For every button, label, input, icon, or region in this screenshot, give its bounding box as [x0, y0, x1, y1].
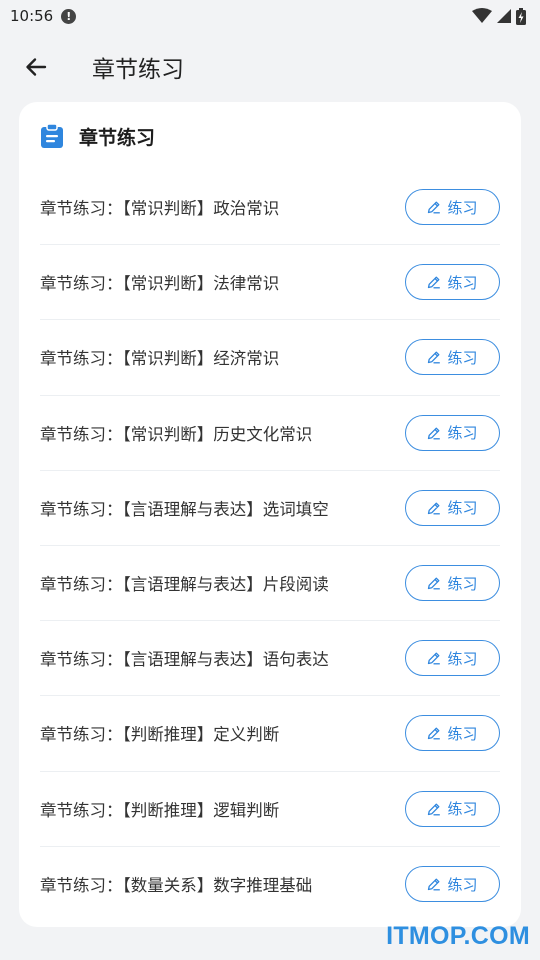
- practice-button[interactable]: 练习: [405, 339, 500, 376]
- list-item-label: 章节练习：【常识判断】政治常识: [40, 199, 280, 219]
- alert-icon: !: [61, 8, 77, 24]
- list-item-label: 章节练习：【常识判断】法律常识: [40, 274, 280, 294]
- practice-button-label: 练习: [447, 724, 478, 743]
- list-item-label: 章节练习：【数量关系】数字推理基础: [40, 876, 313, 896]
- practice-button-label: 练习: [447, 875, 478, 894]
- pencil-icon: [428, 727, 441, 740]
- list-item-label: 章节练习：【言语理解与表达】语句表达: [40, 650, 329, 670]
- list-item[interactable]: 章节练习：【常识判断】经济常识 练习: [40, 320, 500, 396]
- practice-button-label: 练习: [447, 499, 478, 518]
- page-title: 章节练习: [92, 57, 184, 83]
- list-item[interactable]: 章节练习：【言语理解与表达】片段阅读 练习: [40, 546, 500, 622]
- practice-button-label: 练习: [447, 348, 478, 367]
- pencil-icon: [428, 427, 441, 440]
- pencil-icon: [428, 502, 441, 515]
- list-item-label: 章节练习：【判断推理】定义判断: [40, 725, 280, 745]
- pencil-icon: [428, 803, 441, 816]
- pencil-icon: [428, 878, 441, 891]
- practice-button[interactable]: 练习: [405, 264, 500, 301]
- card-header: 章节练习: [19, 102, 521, 170]
- list-item[interactable]: 章节练习：【判断推理】逻辑判断 练习: [40, 772, 500, 847]
- cell-signal-icon: [497, 9, 511, 23]
- list-item[interactable]: 章节练习：【言语理解与表达】选词填空 练习: [40, 471, 500, 546]
- list-item-label: 章节练习：【判断推理】逻辑判断: [40, 800, 280, 820]
- practice-button[interactable]: 练习: [405, 640, 500, 677]
- chapter-card: 章节练习 章节练习：【常识判断】政治常识 练习 章节练习：【常识判断】法律常识 练习章…: [19, 102, 521, 927]
- list-item[interactable]: 章节练习：【数量关系】数字推理基础 练习: [40, 847, 500, 922]
- pencil-icon: [428, 201, 441, 214]
- list-item[interactable]: 章节练习：【言语理解与表达】语句表达 练习: [40, 621, 500, 697]
- clipboard-icon: [41, 124, 63, 148]
- list-item-label: 章节练习：【言语理解与表达】选词填空: [40, 499, 329, 519]
- list-item[interactable]: 章节练习：【常识判断】政治常识 练习: [40, 170, 500, 246]
- list-item[interactable]: 章节练习：【常识判断】历史文化常识 练习: [40, 396, 500, 471]
- practice-button-label: 练习: [447, 574, 478, 593]
- practice-button[interactable]: 练习: [405, 414, 500, 451]
- practice-button-label: 练习: [447, 198, 478, 217]
- practice-button-label: 练习: [447, 649, 478, 668]
- list-item[interactable]: 章节练习：【判断推理】定义判断 练习: [40, 696, 500, 772]
- wifi-icon: [472, 8, 492, 23]
- card-title: 章节练习: [79, 126, 156, 149]
- app-bar: 章节练习: [0, 32, 540, 102]
- list-item[interactable]: 章节练习：【常识判断】法律常识 练习: [40, 245, 500, 321]
- practice-button[interactable]: 练习: [405, 790, 500, 827]
- arrow-left-icon: [26, 58, 47, 76]
- status-icons: [472, 7, 526, 25]
- pencil-icon: [428, 352, 441, 364]
- status-time: 10:56: [10, 7, 54, 25]
- practice-button-label: 练习: [447, 273, 478, 292]
- pencil-icon: [428, 652, 441, 665]
- watermark: ITMOP.COM: [386, 922, 530, 950]
- practice-button[interactable]: 练习: [405, 565, 500, 602]
- practice-button-label: 练习: [447, 424, 478, 443]
- status-bar: 10:56 !: [0, 0, 540, 32]
- list-item-label: 章节练习：【言语理解与表达】片段阅读: [40, 575, 329, 595]
- pencil-icon: [428, 276, 441, 289]
- list-item-label: 章节练习：【常识判断】历史文化常识: [40, 424, 313, 444]
- list-item-label: 章节练习：【常识判断】经济常识: [40, 349, 280, 369]
- practice-list: 章节练习：【常识判断】政治常识 练习 章节练习：【常识判断】法律常识 练习 章节练习：【…: [19, 170, 521, 922]
- practice-button-label: 练习: [447, 800, 478, 819]
- practice-button[interactable]: 练习: [405, 189, 500, 226]
- back-button[interactable]: [0, 32, 70, 102]
- battery-icon: [516, 7, 526, 25]
- practice-button[interactable]: 练习: [405, 715, 500, 752]
- practice-button[interactable]: 练习: [405, 866, 500, 903]
- practice-button[interactable]: 练习: [405, 489, 500, 526]
- pencil-icon: [428, 577, 441, 590]
